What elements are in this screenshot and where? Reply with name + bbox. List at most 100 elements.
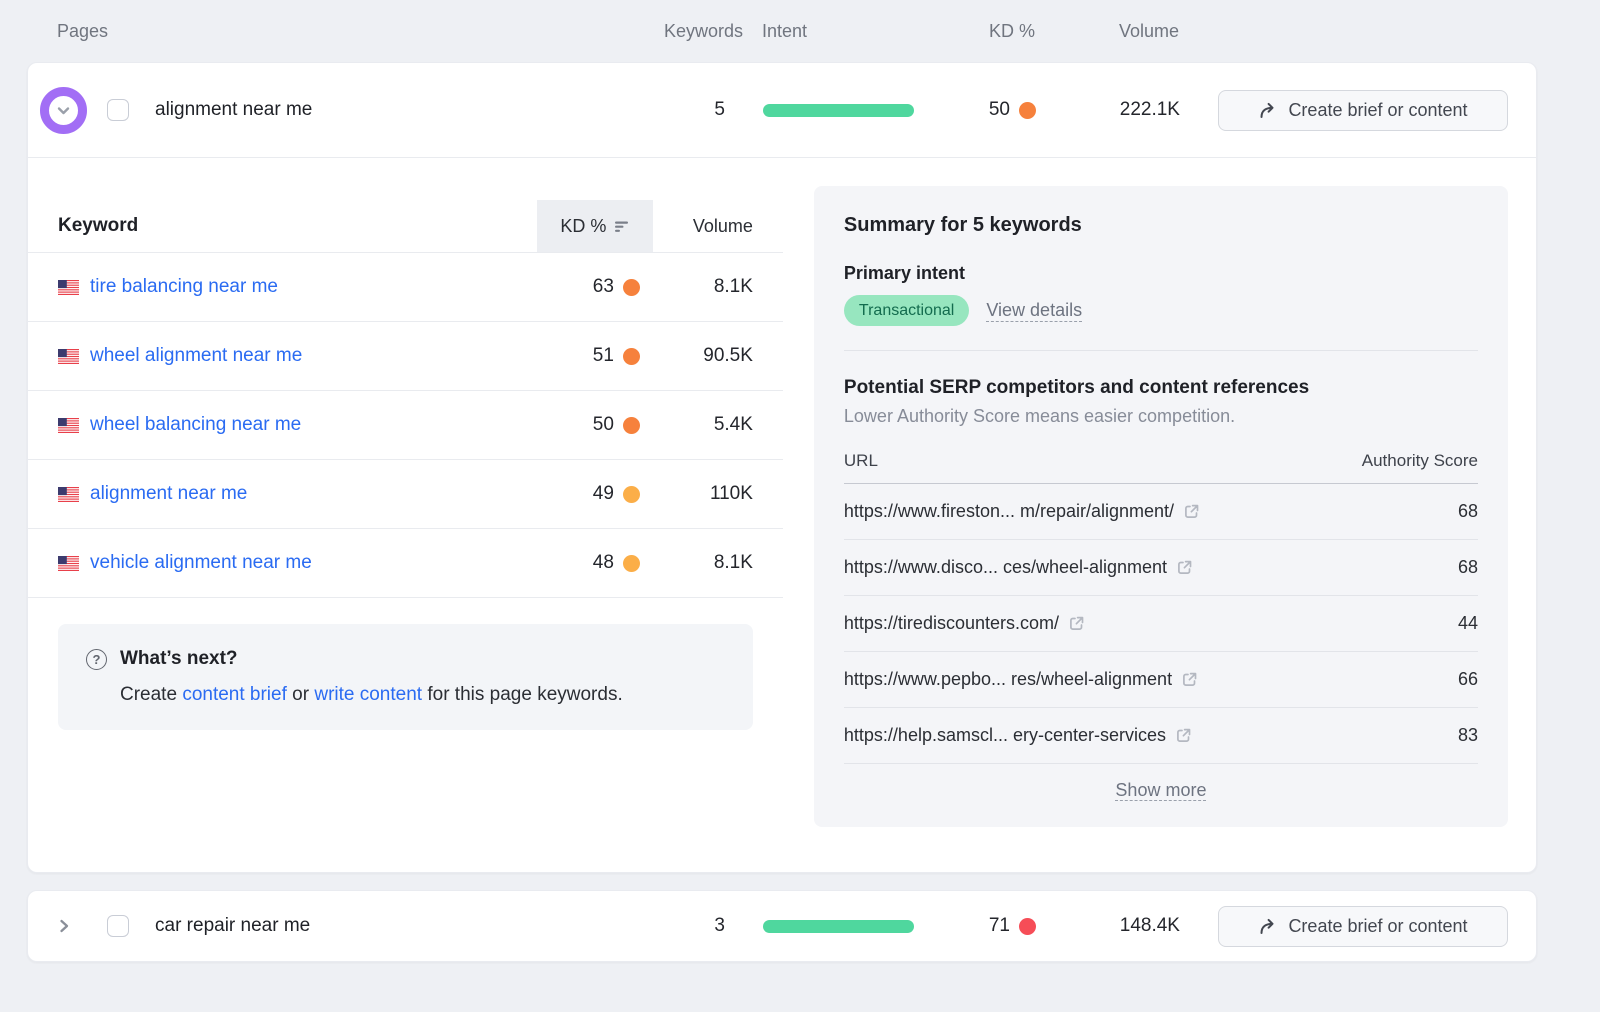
summary-panel: Summary for 5 keywords Primary intent Tr… (814, 186, 1508, 827)
page-row: alignment near me 5 50 222.1K Create bri… (28, 63, 1536, 157)
keyword-row: vehicle alignment near me 48 8.1K (28, 529, 783, 597)
competitor-row: https://help.samscl... ery-center-servic… (844, 708, 1478, 764)
write-content-link[interactable]: write content (314, 684, 422, 705)
view-details-link[interactable]: View details (986, 300, 1082, 322)
kd-difficulty-dot (623, 417, 640, 434)
keyword-kd-cell: 48 (540, 552, 640, 574)
external-link-icon[interactable] (1068, 615, 1085, 632)
column-header-kd: KD % (949, 21, 1035, 42)
keyword-kd-cell: 63 (540, 276, 640, 298)
competitor-url: https://tirediscounters.com/ (844, 613, 1059, 634)
kd-sort-header[interactable]: KD % (537, 200, 653, 252)
competitor-url: https://www.pepbo... res/wheel-alignment (844, 669, 1172, 690)
competitor-row: https://www.disco... ces/wheel-alignment… (844, 540, 1478, 596)
collapse-row-button[interactable] (40, 87, 87, 134)
forward-arrow-icon (1258, 917, 1278, 936)
keyword-volume: 8.1K (640, 276, 753, 298)
chevron-down-icon (40, 87, 87, 134)
keyword-link[interactable]: vehicle alignment near me (90, 552, 312, 574)
external-link-icon[interactable] (1183, 503, 1200, 520)
keyword-kd-value: 49 (593, 483, 614, 505)
volume-value: 222.1K (1060, 99, 1180, 121)
competitor-row: https://tirediscounters.com/ 44 (844, 596, 1478, 652)
keyword-row: tire balancing near me 63 8.1K (28, 253, 783, 321)
keyword-name-cell: wheel balancing near me (58, 414, 540, 436)
column-header-keywords: Keywords (664, 21, 724, 42)
page-card-car-repair-near-me: car repair near me 3 71 148.4K Create br… (27, 890, 1537, 962)
column-header-pages: Pages (39, 21, 664, 42)
keyword-kd-value: 63 (593, 276, 614, 298)
kd-header-label: KD % (560, 216, 606, 237)
keyword-row: wheel balancing near me 50 5.4K (28, 391, 783, 459)
keyword-row: alignment near me 49 110K (28, 460, 783, 528)
keyword-table: Keyword KD % Volume tire balancing near … (28, 186, 783, 730)
page-row: car repair near me 3 71 148.4K Create br… (28, 891, 1536, 961)
keyword-name-cell: wheel alignment near me (58, 345, 540, 367)
intent-cell (725, 920, 914, 933)
whats-next-title: What’s next? (120, 648, 238, 670)
competitors-table-header: URL Authority Score (844, 451, 1478, 471)
chevron-right-icon (57, 918, 71, 934)
intent-bar (763, 920, 914, 933)
competitor-row: https://www.fireston... m/repair/alignme… (844, 484, 1478, 540)
intent-bar (763, 104, 914, 117)
keyword-name-cell: alignment near me (58, 483, 540, 505)
keyword-link[interactable]: wheel balancing near me (90, 414, 301, 436)
us-flag-icon (58, 418, 79, 433)
external-link-icon[interactable] (1175, 727, 1192, 744)
kd-value: 50 (989, 99, 1010, 121)
kd-cell: 50 (950, 99, 1036, 121)
intent-badge: Transactional (844, 295, 969, 326)
create-brief-or-content-button[interactable]: Create brief or content (1218, 90, 1508, 131)
serp-competitors-subtitle: Lower Authority Score means easier compe… (844, 406, 1478, 427)
keyword-kd-cell: 50 (540, 414, 640, 436)
whats-next-text: Create content brief or write content fo… (120, 684, 725, 706)
volume-column-header: Volume (653, 216, 753, 237)
whats-next-suffix: for this page keywords. (422, 684, 623, 705)
keyword-column-header: Keyword (58, 215, 537, 237)
forward-arrow-icon (1258, 101, 1278, 120)
pages-table-header: Pages Keywords Intent KD % Volume (39, 0, 1507, 62)
us-flag-icon (58, 487, 79, 502)
keyword-name-cell: vehicle alignment near me (58, 552, 540, 574)
row-checkbox[interactable] (107, 99, 129, 121)
kd-difficulty-dot (1019, 102, 1036, 119)
action-cell: Create brief or content (1218, 906, 1508, 947)
action-cell: Create brief or content (1218, 90, 1508, 131)
keyword-link[interactable]: alignment near me (90, 483, 247, 505)
whats-next-middle: or (287, 684, 314, 705)
keywords-count: 3 (665, 915, 725, 937)
question-mark-icon: ? (86, 649, 107, 670)
keyword-volume: 110K (640, 483, 753, 505)
competitor-url: https://www.fireston... m/repair/alignme… (844, 501, 1174, 522)
sort-descending-icon (614, 219, 629, 234)
keyword-kd-cell: 51 (540, 345, 640, 367)
kd-value: 71 (989, 915, 1010, 937)
page-card-alignment-near-me: alignment near me 5 50 222.1K Create bri… (27, 62, 1537, 873)
row-checkbox[interactable] (107, 915, 129, 937)
create-brief-label: Create brief or content (1288, 100, 1467, 121)
create-brief-or-content-button[interactable]: Create brief or content (1218, 906, 1508, 947)
column-header-volume: Volume (1059, 21, 1179, 42)
keyword-link[interactable]: tire balancing near me (90, 276, 278, 298)
competitor-url: https://help.samscl... ery-center-servic… (844, 725, 1166, 746)
kd-difficulty-dot (623, 486, 640, 503)
external-link-icon[interactable] (1176, 559, 1193, 576)
authority-score-value: 66 (1418, 669, 1478, 690)
competitor-row: https://www.pepbo... res/wheel-alignment… (844, 652, 1478, 708)
keyword-link[interactable]: wheel alignment near me (90, 345, 302, 367)
keyword-kd-cell: 49 (540, 483, 640, 505)
divider (28, 597, 783, 598)
kd-difficulty-dot (623, 555, 640, 572)
us-flag-icon (58, 280, 79, 295)
expand-row-button[interactable] (40, 903, 87, 950)
kd-difficulty-dot (623, 279, 640, 296)
show-more-link[interactable]: Show more (1115, 780, 1206, 801)
content-brief-link[interactable]: content brief (182, 684, 287, 705)
keyword-volume: 90.5K (640, 345, 753, 367)
url-column-header: URL (844, 451, 1362, 471)
external-link-icon[interactable] (1181, 671, 1198, 688)
keyword-kd-value: 50 (593, 414, 614, 436)
keyword-kd-value: 48 (593, 552, 614, 574)
kd-cell: 71 (950, 915, 1036, 937)
